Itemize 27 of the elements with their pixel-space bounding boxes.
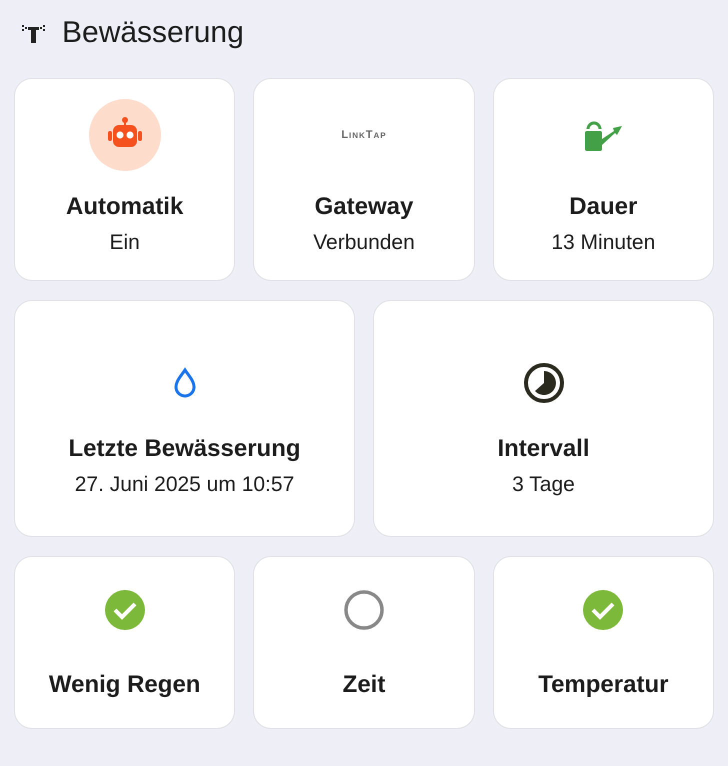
status-card[interactable]: Letzte Bewässerung 27. Juni 2025 um 10:57 (14, 300, 355, 537)
status-card[interactable]: Temperatur (492, 556, 714, 729)
status-card[interactable]: LinkTap Gateway Verbunden (253, 78, 475, 281)
card-value: Verbunden (313, 231, 415, 255)
card-title: Dauer (569, 193, 638, 221)
card-title: Temperatur (538, 671, 668, 699)
card-title: Automatik (66, 193, 184, 221)
status-card[interactable]: Intervall 3 Tage (373, 300, 714, 537)
status-card[interactable]: Wenig Regen (14, 556, 236, 729)
sprinkler-icon (22, 23, 46, 43)
card-value: 3 Tage (512, 473, 575, 497)
status-card[interactable]: Dauer 13 Minuten (492, 78, 714, 281)
card-title: Letzte Bewässerung (68, 435, 301, 463)
card-title: Zeit (342, 671, 386, 699)
card-value: Ein (109, 231, 140, 255)
brand-logo: LinkTap (341, 129, 387, 141)
section-title: Bewässerung (62, 16, 244, 50)
card-title: Wenig Regen (48, 671, 200, 699)
card-value: 13 Minuten (551, 231, 656, 255)
card-title: Intervall (497, 435, 590, 463)
status-card[interactable]: Zeit (253, 556, 475, 729)
card-title: Gateway (314, 193, 414, 221)
card-value: 27. Juni 2025 um 10:57 (74, 473, 294, 497)
timer-icon (522, 362, 564, 404)
water-drop-icon (172, 367, 196, 399)
watering-can-icon (582, 119, 624, 151)
status-card[interactable]: Automatik Ein (14, 78, 236, 281)
